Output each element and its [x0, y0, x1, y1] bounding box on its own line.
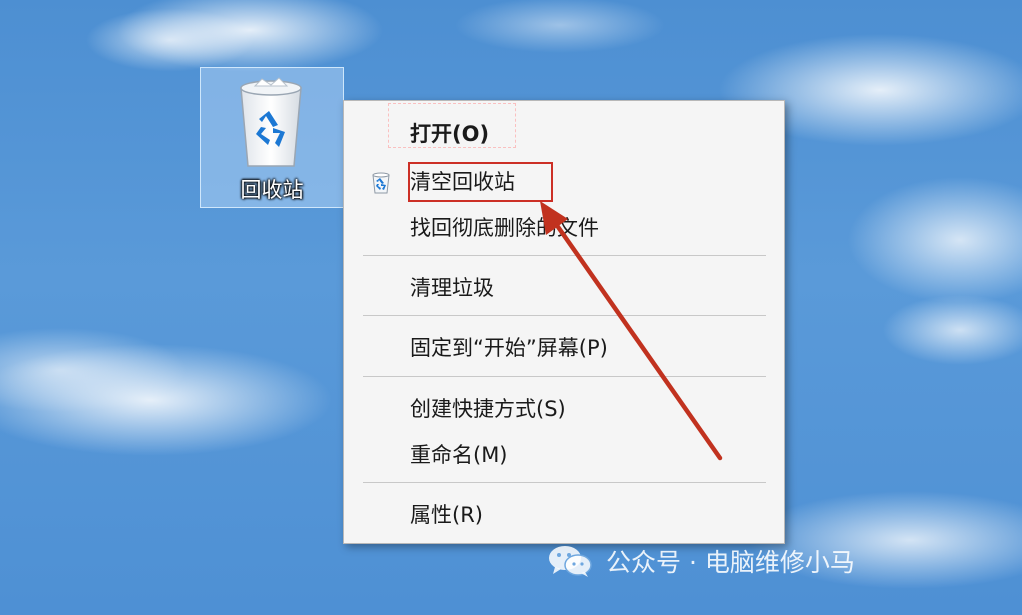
- menu-item-create-shortcut[interactable]: 创建快捷方式(S): [410, 393, 566, 423]
- menu-separator: [363, 376, 766, 377]
- recycle-bin-icon: [240, 77, 302, 167]
- recycle-bin-label: 回收站: [240, 178, 304, 202]
- menu-item-open[interactable]: 打开(O): [410, 118, 489, 148]
- context-menu: 打开(O) 清空回收站 找回彻底删除的文件 清理垃圾 固定到“开始”屏幕(P) …: [343, 100, 785, 544]
- menu-item-clean-junk[interactable]: 清理垃圾: [410, 272, 494, 302]
- menu-item-pin-to-start[interactable]: 固定到“开始”屏幕(P): [410, 332, 608, 362]
- watermark-text: 公众号 · 电脑维修小马: [606, 548, 855, 577]
- recycle-bin-desktop-icon[interactable]: 回收站: [200, 67, 344, 208]
- recycle-bin-icon: [372, 172, 390, 194]
- desktop-background: 回收站 打开(O) 清空回收站 找回彻底删除的文件 清理垃圾 固定到“开始”屏幕…: [0, 0, 1022, 615]
- menu-separator: [363, 482, 766, 483]
- menu-item-properties[interactable]: 属性(R): [410, 499, 483, 529]
- annotation-highlight-box: [408, 162, 553, 202]
- menu-separator: [363, 315, 766, 316]
- menu-item-rename[interactable]: 重命名(M): [410, 439, 508, 469]
- wechat-icon: [549, 546, 592, 577]
- watermark: 公众号 · 电脑维修小马: [548, 543, 855, 579]
- menu-separator: [363, 255, 766, 256]
- menu-item-recover-deleted-files[interactable]: 找回彻底删除的文件: [410, 212, 599, 242]
